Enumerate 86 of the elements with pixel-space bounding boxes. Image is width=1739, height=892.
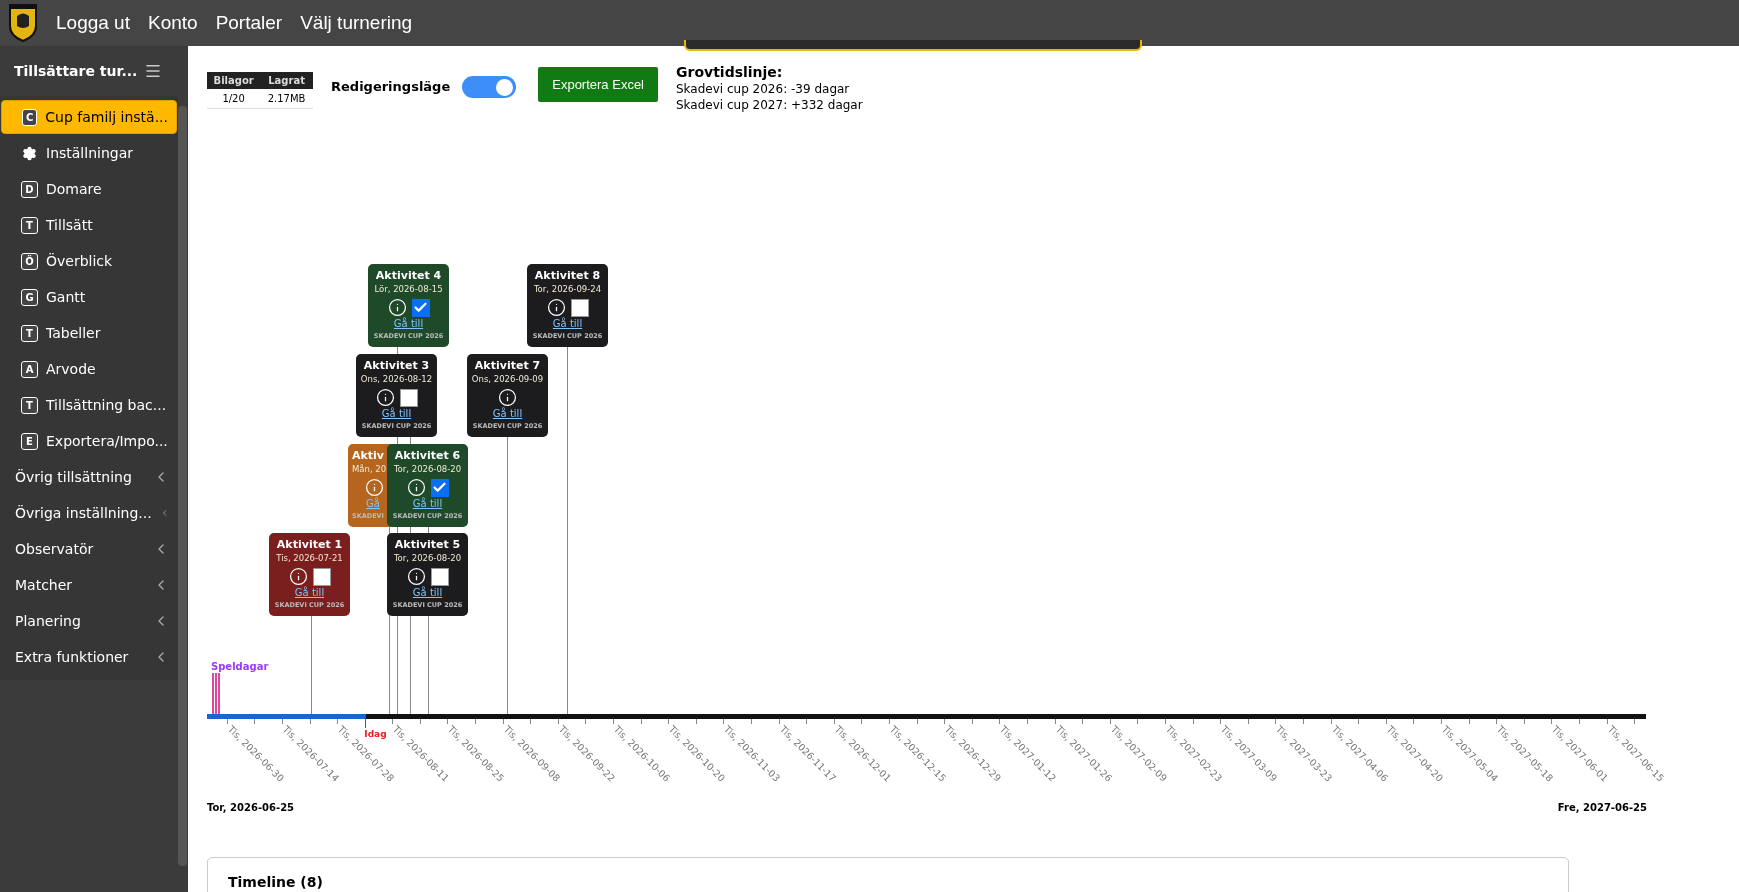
sidebar-item[interactable]: T Tabeller [1, 316, 177, 350]
letter-badge: E [21, 432, 38, 450]
sidebar-item[interactable]: T Tillsätt [1, 208, 177, 242]
sidebar-title: Tillsättare tur... [14, 61, 138, 81]
activity-date: Tis, 2026-07-21 [276, 552, 343, 564]
info-icon[interactable] [387, 298, 407, 317]
letter-badge: T [21, 324, 38, 342]
nav-link[interactable]: Logga ut [56, 8, 130, 38]
activity-title: Aktivitet 5 [394, 538, 461, 552]
rough-timeline-title: Grovtidslinje: [676, 63, 784, 81]
end-date-label: Fre, 2027-06-25 [1557, 801, 1647, 815]
table-header: Bilagor [207, 72, 261, 89]
start-date-label: Tor, 2026-06-25 [207, 801, 295, 815]
checkbox[interactable] [430, 478, 449, 497]
letter-badge: G [21, 288, 38, 306]
letter-badge: T [21, 216, 38, 234]
nav-link[interactable]: Välj turnering [300, 8, 413, 38]
activity-date: Lör, 2026-08-15 [374, 283, 443, 295]
activity-date: Ons, 2026-09-09 [471, 373, 544, 385]
activity-date: Mån, 20 [352, 463, 387, 475]
info-icon[interactable] [406, 478, 426, 497]
goto-link[interactable]: Gå till [412, 497, 443, 511]
table-header: Lagrat [260, 72, 313, 89]
activity-title: Aktivitet 7 [474, 359, 541, 373]
info-icon[interactable] [498, 388, 517, 407]
goto-link[interactable]: Gå till [552, 317, 583, 331]
activity-title: Aktivitet 8 [534, 269, 601, 283]
sidebar-item[interactable]: G Gantt [1, 280, 177, 314]
checkbox[interactable] [399, 388, 418, 407]
goto-link[interactable]: Gå till [492, 407, 523, 421]
sidebar-item[interactable]: Inställningar [1, 136, 177, 170]
checkbox[interactable] [312, 567, 331, 586]
goto-link[interactable]: Gå till [381, 407, 412, 421]
letter-badge: A [21, 360, 38, 378]
table-cell: 1/20 [207, 89, 261, 109]
edit-mode-label: Redigeringsläge [331, 78, 451, 97]
activity-title: Aktivitet 6 [394, 449, 461, 463]
letter-badge: Ö [21, 252, 38, 270]
panel-title: Timeline (8) [228, 874, 323, 890]
activity-title: Aktivitet 4 [375, 269, 442, 283]
info-icon[interactable] [288, 567, 308, 586]
toggle-switch[interactable] [462, 76, 517, 98]
gear-icon [22, 145, 37, 161]
sidebar-item[interactable]: D Domare [1, 172, 177, 206]
sidebar-item[interactable]: T Tillsättning bac... [1, 388, 177, 422]
rough-timeline-line: Skadevi cup 2026: -39 dagar [676, 81, 851, 97]
info-icon[interactable] [406, 567, 426, 586]
activity-date: Tor, 2026-09-24 [533, 283, 602, 295]
shield-logo [8, 4, 38, 42]
goto-link[interactable]: Gå till [412, 586, 443, 600]
sidebar-group[interactable]: Matcher [1, 568, 177, 602]
activity-date: Tor, 2026-08-20 [393, 552, 462, 564]
sidebar-item[interactable]: A Arvode [1, 352, 177, 386]
activity-date: Tor, 2026-08-20 [393, 463, 462, 475]
activity-title: Aktivitet 3 [363, 359, 430, 373]
goto-link[interactable]: Gå till [294, 586, 325, 600]
checkbox[interactable] [411, 298, 430, 317]
sidebar-group[interactable]: Extra funktioner [1, 640, 177, 674]
sidebar-group[interactable]: Planering [1, 604, 177, 638]
sidebar-item[interactable]: C Cup familj instä... [1, 100, 177, 134]
sidebar-group[interactable]: Övriga inställning... [1, 496, 177, 530]
activity-date: Ons, 2026-08-12 [360, 373, 433, 385]
letter-badge: C [22, 108, 38, 126]
rough-timeline-line: Skadevi cup 2027: +332 dagar [676, 97, 863, 113]
goto-link[interactable]: Gå till [393, 317, 424, 331]
info-icon[interactable] [546, 298, 566, 317]
sidebar-item[interactable]: Ö Överblick [1, 244, 177, 278]
export-button[interactable]: Exportera Excel [538, 67, 658, 102]
play-days-label: Speldagar [211, 660, 269, 674]
table-cell: 2.17MB [260, 89, 313, 109]
sidebar-group[interactable]: Övrig tillsättning [1, 460, 177, 494]
letter-badge: T [21, 396, 38, 414]
today-marker [365, 714, 367, 728]
nav-link[interactable]: Portaler [215, 8, 283, 38]
checkbox[interactable] [570, 298, 589, 317]
scrollbar[interactable] [178, 106, 187, 866]
sidebar-group[interactable]: Observatör [1, 532, 177, 566]
letter-badge: D [21, 180, 38, 198]
nav-link[interactable]: Konto [147, 8, 198, 38]
activity-title: Aktivitet 1 [276, 538, 343, 552]
info-icon[interactable] [375, 388, 395, 407]
today-label: Idag [364, 730, 387, 739]
checkbox[interactable] [430, 567, 449, 586]
menu-icon[interactable] [144, 62, 162, 80]
activity-title: Aktiv [352, 449, 385, 463]
sidebar-item[interactable]: E Exportera/Impo... [1, 424, 177, 458]
